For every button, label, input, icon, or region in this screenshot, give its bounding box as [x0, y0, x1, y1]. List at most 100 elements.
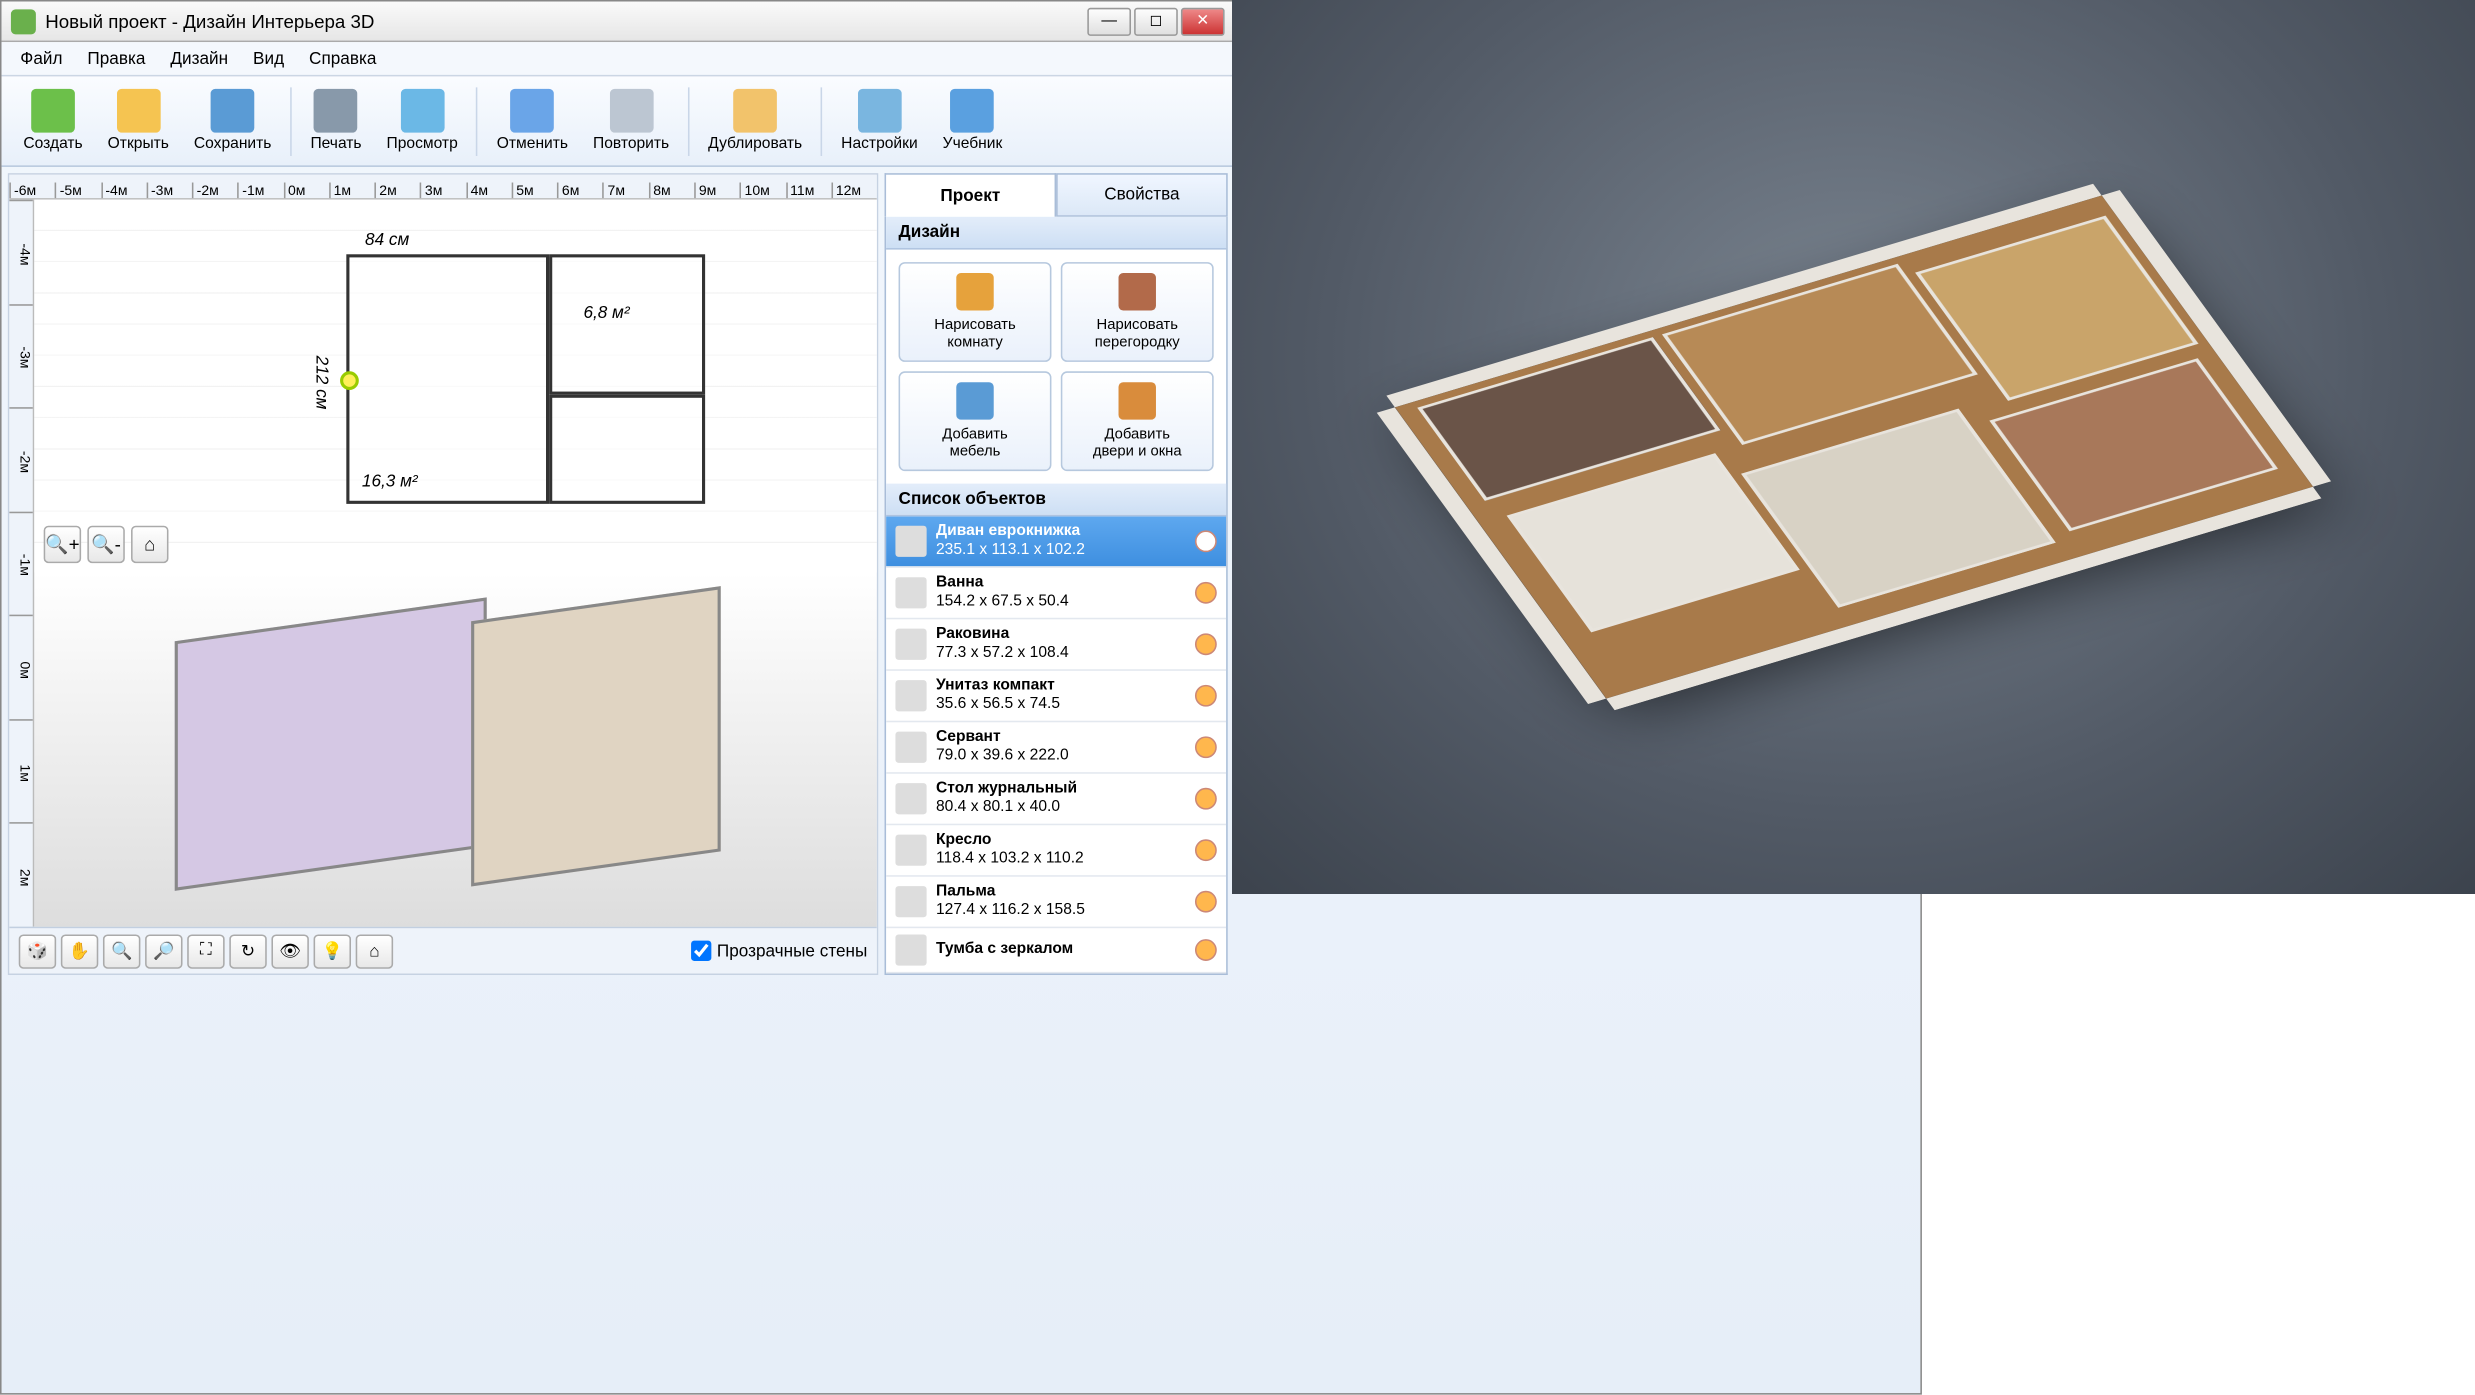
add-furniture-button[interactable]: Добавитьмебель: [899, 371, 1052, 471]
visibility-toggle-icon[interactable]: [1195, 939, 1217, 961]
visibility-toggle-icon[interactable]: [1195, 891, 1217, 913]
zoom-in-button[interactable]: 🔍: [103, 934, 140, 968]
toolbar-settings-button[interactable]: Настройки: [830, 84, 928, 157]
duplicate-icon: [733, 89, 777, 133]
object-list: Диван еврокнижка235.1 x 113.1 x 102.2Ван…: [886, 516, 1226, 973]
visibility-toggle-icon[interactable]: [1195, 633, 1217, 655]
menu-Правка[interactable]: Правка: [75, 44, 158, 72]
side-panel: Проект Свойства Дизайн Нарисоватькомнату…: [885, 173, 1228, 975]
object-thumbnail-icon: [895, 886, 926, 917]
object-thumbnail-icon: [895, 577, 926, 608]
object-item[interactable]: Стол журнальный80.4 x 80.1 x 40.0: [886, 774, 1226, 825]
object-item[interactable]: Кресло118.4 x 103.2 x 110.2: [886, 825, 1226, 876]
tab-properties[interactable]: Свойства: [1056, 173, 1228, 217]
object-item[interactable]: Унитаз компакт35.6 x 56.5 x 74.5: [886, 671, 1226, 722]
minimize-button[interactable]: —: [1087, 7, 1131, 35]
orbit-button[interactable]: ↻: [229, 934, 266, 968]
object-thumbnail-icon: [895, 934, 926, 965]
menubar: ФайлПравкаДизайнВидСправка: [2, 42, 1234, 76]
object-item[interactable]: Пальма127.4 x 116.2 x 158.5: [886, 877, 1226, 928]
section-objects-header: Список объектов: [886, 484, 1226, 517]
zoom-in-button[interactable]: 🔍+: [44, 525, 81, 562]
app-icon: [11, 9, 36, 34]
draw-room-icon: [956, 273, 993, 310]
dim-v: 212 см: [312, 356, 331, 410]
toolbar-open-button[interactable]: Открыть: [97, 84, 180, 157]
toolbar-tutorial-button[interactable]: Учебник: [932, 84, 1013, 157]
visibility-toggle-icon[interactable]: [1195, 788, 1217, 810]
dim-h: 84 см: [365, 231, 409, 250]
draw-room-button[interactable]: Нарисоватькомнату: [899, 262, 1052, 362]
zoom-out-button[interactable]: 🔎: [145, 934, 182, 968]
room-3[interactable]: [549, 395, 705, 504]
settings-icon: [858, 89, 902, 133]
maximize-button[interactable]: ◻: [1134, 7, 1178, 35]
toolbar-undo-button[interactable]: Отменить: [486, 84, 579, 157]
room2-area: 6,8 м²: [583, 304, 629, 323]
toolbar-save-button[interactable]: Сохранить: [183, 84, 282, 157]
visibility-toggle-icon[interactable]: [1195, 839, 1217, 861]
floorplan-2d-view[interactable]: 16,3 м² 6,8 м² 84 см 212 см 🔍+ 🔍- ⌂: [34, 200, 876, 572]
close-button[interactable]: ✕: [1181, 7, 1225, 35]
open-icon: [116, 89, 160, 133]
home-button[interactable]: ⌂: [356, 934, 393, 968]
add-doors-icon: [1119, 382, 1156, 419]
fit-button[interactable]: ⛶: [187, 934, 224, 968]
menu-Справка[interactable]: Справка: [297, 44, 389, 72]
object-thumbnail-icon: [895, 680, 926, 711]
tutorial-icon: [951, 89, 995, 133]
rotate3d-button[interactable]: 🎲: [19, 934, 56, 968]
main-toolbar: СоздатьОткрытьСохранитьПечатьПросмотрОтм…: [2, 76, 1234, 166]
toolbar-view-button[interactable]: Просмотр: [376, 84, 469, 157]
home-button[interactable]: ⌂: [131, 525, 168, 562]
rendered-3d-floorplan: [1232, 0, 2475, 894]
toolbar-print-button[interactable]: Печать: [300, 84, 373, 157]
save-icon: [211, 89, 255, 133]
tab-project[interactable]: Проект: [885, 173, 1057, 217]
menu-Вид[interactable]: Вид: [241, 44, 297, 72]
transparent-walls-checkbox[interactable]: Прозрачные стены: [690, 941, 867, 961]
ruler-vertical: -4м-3м-2м-1м0м1м2м: [9, 200, 34, 927]
menu-Дизайн[interactable]: Дизайн: [158, 44, 241, 72]
visibility-toggle-icon[interactable]: [1195, 685, 1217, 707]
room1-area: 16,3 м²: [362, 473, 418, 492]
section-design-header: Дизайн: [886, 217, 1226, 250]
object-item[interactable]: Диван еврокнижка235.1 x 113.1 x 102.2: [886, 516, 1226, 567]
object-item[interactable]: Сервант79.0 x 39.6 x 222.0: [886, 722, 1226, 773]
titlebar: Новый проект - Дизайн Интерьера 3D — ◻ ✕: [2, 2, 1234, 43]
add-furniture-icon: [956, 382, 993, 419]
redo-icon: [609, 89, 653, 133]
visibility-toggle-icon[interactable]: [1195, 530, 1217, 552]
object-item[interactable]: Ванна154.2 x 67.5 x 50.4: [886, 568, 1226, 619]
object-thumbnail-icon: [895, 629, 926, 660]
toolbar-redo-button[interactable]: Повторить: [582, 84, 680, 157]
toolbar-duplicate-button[interactable]: Дублировать: [697, 84, 813, 157]
window-title: Новый проект - Дизайн Интерьера 3D: [45, 10, 374, 32]
pan-button[interactable]: ✋: [61, 934, 98, 968]
toolbar-create-button[interactable]: Создать: [12, 84, 93, 157]
ruler-horizontal: -6м-5м-4м-3м-2м-1м0м1м2м3м4м5м6м7м8м9м10…: [9, 175, 876, 200]
object-thumbnail-icon: [895, 526, 926, 557]
menu-Файл[interactable]: Файл: [8, 44, 75, 72]
floorplan-3d-view[interactable]: [34, 572, 876, 927]
object-item[interactable]: Раковина77.3 x 57.2 x 108.4: [886, 619, 1226, 670]
visibility-toggle-icon[interactable]: [1195, 736, 1217, 758]
object-thumbnail-icon: [895, 732, 926, 763]
object-thumbnail-icon: [895, 835, 926, 866]
light-button[interactable]: 💡: [314, 934, 351, 968]
canvas-area: -6м-5м-4м-3м-2м-1м0м1м2м3м4м5м6м7м8м9м10…: [8, 173, 878, 975]
zoom-out-button[interactable]: 🔍-: [87, 525, 124, 562]
draw-wall-icon: [1119, 273, 1156, 310]
create-icon: [31, 89, 75, 133]
draw-wall-button[interactable]: Нарисоватьперегородку: [1061, 262, 1214, 362]
undo-icon: [511, 89, 555, 133]
room-1[interactable]: 16,3 м²: [346, 254, 549, 504]
view3d-toolbar: 🎲✋🔍🔎⛶↻👁💡⌂ Прозрачные стены: [9, 927, 876, 974]
add-doors-button[interactable]: Добавитьдвери и окна: [1061, 371, 1214, 471]
object-item[interactable]: Тумба с зеркалом: [886, 928, 1226, 973]
selection-handle[interactable]: [340, 371, 359, 390]
room-2[interactable]: 6,8 м²: [549, 254, 705, 394]
walk-button[interactable]: 👁: [271, 934, 308, 968]
visibility-toggle-icon[interactable]: [1195, 582, 1217, 604]
print-icon: [314, 89, 358, 133]
